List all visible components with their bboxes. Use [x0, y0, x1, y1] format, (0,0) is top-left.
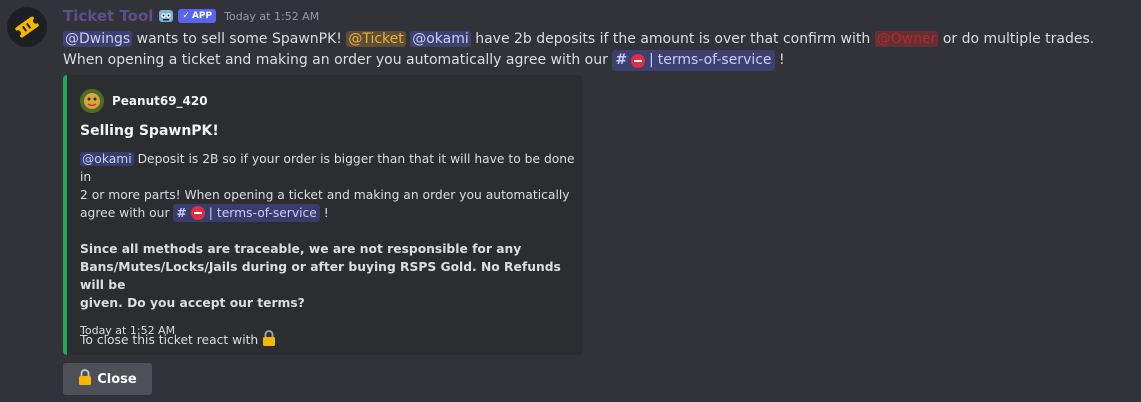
mention-owner-role[interactable]: @Owner [874, 31, 939, 47]
message: Ticket Tool ✓ APP Today at 1:52 AM @Dwin… [0, 0, 1141, 402]
lock-icon [262, 330, 276, 352]
embed-text: agree with our [80, 206, 174, 220]
app-badge: ✓ APP [178, 9, 217, 23]
channel-name: terms-of-service [657, 52, 772, 68]
author-avatar [80, 89, 104, 113]
embed-title: Selling SpawnPK! [80, 123, 219, 139]
ticket-icon [14, 16, 40, 38]
embed: Peanut69_420 Selling SpawnPK! @okami Dep… [63, 75, 583, 355]
message-text: or do multiple trades. [938, 31, 1095, 47]
embed-author-name[interactable]: Peanut69_420 [112, 94, 208, 108]
username[interactable]: Ticket Tool [63, 7, 153, 25]
message-content: @Dwings wants to sell some SpawnPK! @Tic… [63, 29, 1133, 71]
embed-disclaimer: Since all methods are traceable, we are … [80, 242, 522, 256]
embed-text: ! [319, 206, 329, 220]
message-text: When opening a ticket and making an orde… [63, 52, 613, 68]
channel-separator: | [208, 206, 213, 220]
channel-name: terms-of-service [216, 206, 317, 220]
app-badge-label: APP [191, 11, 213, 21]
close-button[interactable]: Close [63, 363, 152, 395]
embed-disclaimer: given. Do you accept our terms? [80, 296, 305, 310]
checkmark-icon: ✓ [182, 11, 190, 21]
mention-ticket-role[interactable]: @Ticket [346, 31, 406, 47]
message-line-2: When opening a ticket and making an orde… [63, 50, 1133, 71]
message-text: wants to sell some SpawnPK! [132, 31, 347, 47]
embed-footer: Today at 1:52 AM [80, 324, 176, 337]
embed-description: @okami Deposit is 2B so if your order is… [80, 150, 575, 352]
mention-okami[interactable]: @okami [80, 152, 134, 166]
mention-dwings[interactable]: @Dwings [63, 31, 133, 47]
channel-hash: # [615, 52, 628, 68]
channel-link-terms[interactable]: # | terms-of-service [612, 50, 775, 71]
channel-hash: # [176, 206, 187, 220]
close-button-label: Close [97, 371, 137, 387]
timestamp: Today at 1:52 AM [224, 9, 320, 23]
robot-icon [157, 7, 175, 25]
embed-text: Deposit is 2B so if your order is bigger… [80, 152, 575, 184]
embed-author: Peanut69_420 [80, 89, 208, 113]
lock-icon [78, 368, 92, 390]
embed-text: 2 or more parts! When opening a ticket a… [80, 188, 570, 202]
embed-disclaimer: Bans/Mutes/Locks/Jails during or after b… [80, 260, 561, 292]
message-line-1: @Dwings wants to sell some SpawnPK! @Tic… [63, 29, 1133, 50]
message-text: have 2b deposits if the amount is over t… [470, 31, 875, 47]
no-entry-icon [631, 53, 646, 68]
message-header: Ticket Tool ✓ APP Today at 1:52 AM [63, 6, 319, 26]
mention-okami[interactable]: @okami [410, 31, 471, 47]
channel-separator: | [649, 52, 654, 68]
channel-link-terms[interactable]: # | terms-of-service [173, 204, 320, 222]
message-text: ! [774, 52, 785, 68]
avatar[interactable] [7, 7, 47, 47]
no-entry-icon [190, 206, 205, 220]
